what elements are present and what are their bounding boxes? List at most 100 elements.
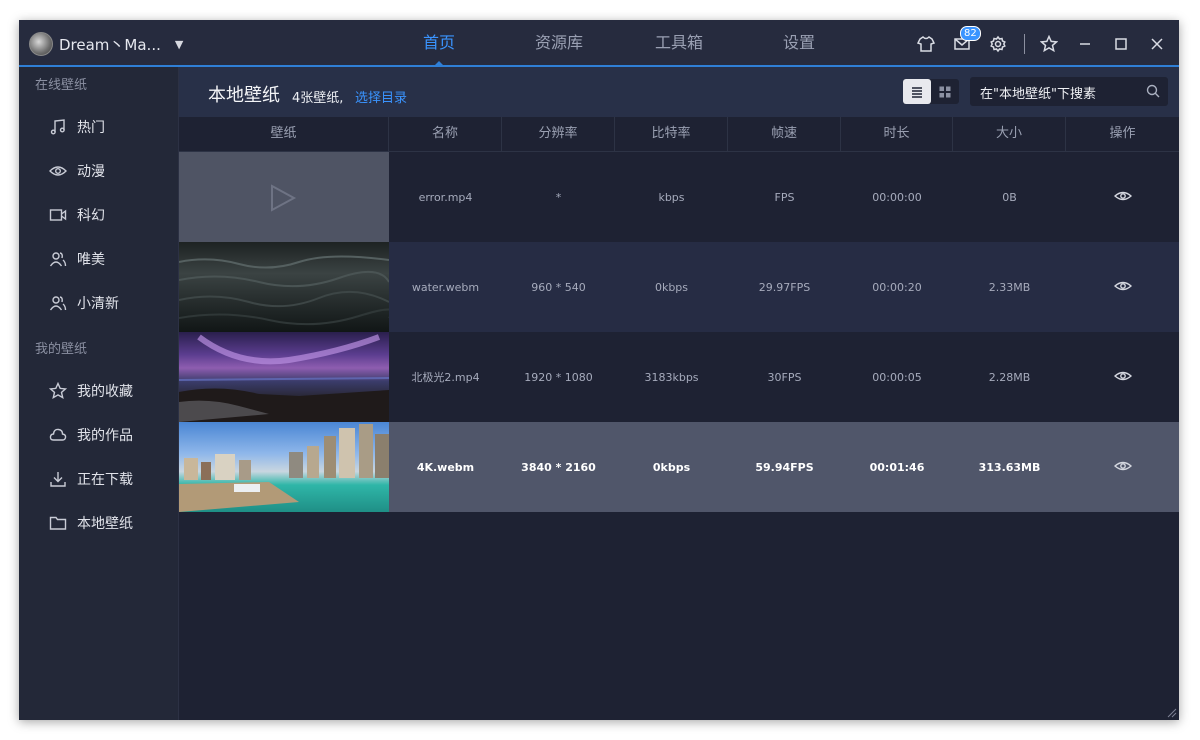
sidebar-item-downloading[interactable]: 正在下载 <box>19 457 178 501</box>
title-bar: Dream丶Ma... ▼ 首页 资源库 工具箱 设置 82 <box>19 20 1179 67</box>
video-camera-icon <box>49 209 67 221</box>
eye-icon <box>1113 281 1132 290</box>
sidebar-item-label: 我的收藏 <box>77 384 133 400</box>
cell-name: 4K.webm <box>416 460 475 474</box>
sidebar-section-online: 在线壁纸 <box>35 78 88 93</box>
grid-view-button[interactable] <box>931 79 959 104</box>
column-header[interactable]: 壁纸 <box>179 117 389 151</box>
column-header[interactable]: 大小 <box>953 117 1066 151</box>
sidebar-item-label: 正在下载 <box>77 472 133 488</box>
table-row-selected[interactable]: 4K.webm 3840 * 2160 0kbps 59.94FPS 00:01… <box>179 422 1179 512</box>
table-header: 壁纸 名称 分辨率 比特率 帧速 时长 大小 操作 <box>179 117 1179 152</box>
sidebar-item-scifi[interactable]: 科幻 <box>19 193 178 237</box>
download-icon <box>50 472 66 487</box>
chevron-down-icon: ▼ <box>174 37 184 51</box>
column-header[interactable]: 帧速 <box>728 117 841 151</box>
sidebar-item-label: 科幻 <box>77 208 105 224</box>
mail-badge: 82 <box>960 26 981 41</box>
cell-bitrate: 0kbps <box>654 280 689 294</box>
wallpaper-count: 4张壁纸, <box>292 91 344 106</box>
cell-size: 2.28MB <box>988 370 1031 384</box>
minimize-icon[interactable] <box>1073 32 1097 56</box>
sidebar-item-works[interactable]: 我的作品 <box>19 413 178 457</box>
sidebar-item-beauty[interactable]: 唯美 <box>19 237 178 281</box>
sidebar-section-mine: 我的壁纸 <box>35 342 88 357</box>
users-icon <box>49 296 67 311</box>
list-view-button[interactable] <box>903 79 931 104</box>
water-image <box>179 255 389 326</box>
eye-icon <box>1113 461 1132 470</box>
window-controls: 82 <box>902 26 1169 56</box>
column-header[interactable]: 名称 <box>389 117 502 151</box>
sidebar-item-local[interactable]: 本地壁纸 <box>19 501 178 545</box>
sidebar-item-fresh[interactable]: 小清新 <box>19 281 178 325</box>
search-input[interactable]: 在"本地壁纸"下搜素 <box>970 77 1168 106</box>
cell-fps: 59.94FPS <box>755 460 814 474</box>
resize-grip-icon[interactable] <box>1165 706 1177 718</box>
close-icon[interactable] <box>1145 32 1169 56</box>
sidebar-item-label: 热门 <box>77 120 105 136</box>
cell-duration: 00:00:20 <box>872 280 922 294</box>
skin-shirt-icon[interactable] <box>914 32 938 56</box>
cell-duration: 00:00:00 <box>872 190 922 204</box>
music-icon <box>50 119 65 135</box>
table-row[interactable]: water.webm 960 * 540 0kbps 29.97FPS 00:0… <box>179 242 1179 332</box>
cell-resolution: 3840 * 2160 <box>521 460 596 474</box>
cell-resolution: * <box>555 190 562 204</box>
table-row[interactable]: error.mp4 * kbps FPS 00:00:00 0B <box>179 152 1179 242</box>
cell-fps: 30FPS <box>767 370 802 384</box>
cell-resolution: 960 * 540 <box>531 280 586 294</box>
main-content: 本地壁纸 4张壁纸, 选择目录 在"本地壁纸"下搜素 壁纸 名称 分辨率 比特率… <box>179 67 1179 720</box>
content-header: 本地壁纸 4张壁纸, 选择目录 在"本地壁纸"下搜素 <box>179 67 1179 117</box>
sidebar-item-favorites[interactable]: 我的收藏 <box>19 369 178 413</box>
sidebar-item-label: 唯美 <box>77 252 105 268</box>
grid-icon <box>939 86 951 97</box>
preview-button[interactable] <box>1066 457 1179 478</box>
column-header[interactable]: 操作 <box>1066 117 1179 151</box>
cell-bitrate: kbps <box>658 190 685 204</box>
city-image <box>179 424 389 512</box>
tab-home[interactable]: 首页 <box>379 20 499 67</box>
sidebar-item-label: 动漫 <box>77 164 105 180</box>
preview-button[interactable] <box>1066 187 1179 208</box>
users-icon <box>49 252 67 267</box>
main-tabs: 首页 资源库 工具箱 设置 <box>379 20 859 67</box>
column-header[interactable]: 分辨率 <box>502 117 615 151</box>
column-header[interactable]: 时长 <box>841 117 953 151</box>
cloud-icon <box>49 428 67 441</box>
wallpaper-thumbnail[interactable] <box>179 242 389 332</box>
folder-icon <box>49 516 67 530</box>
preview-button[interactable] <box>1066 277 1179 298</box>
maximize-icon[interactable] <box>1109 32 1133 56</box>
cell-fps: 29.97FPS <box>758 280 811 294</box>
play-icon <box>271 184 297 212</box>
eye-icon <box>49 166 67 176</box>
toolbar-divider <box>1024 34 1025 54</box>
search-icon[interactable] <box>1146 84 1160 98</box>
gear-icon[interactable] <box>986 32 1010 56</box>
cell-name: error.mp4 <box>418 190 473 204</box>
tab-library[interactable]: 资源库 <box>499 20 619 67</box>
user-menu[interactable]: Dream丶Ma... ▼ <box>29 31 183 57</box>
column-header[interactable]: 比特率 <box>615 117 728 151</box>
tab-toolbox[interactable]: 工具箱 <box>619 20 739 67</box>
star-icon[interactable] <box>1037 32 1061 56</box>
cell-name: 北极光2.mp4 <box>411 371 480 384</box>
sidebar-item-hot[interactable]: 热门 <box>19 105 178 149</box>
sidebar-item-label: 本地壁纸 <box>77 516 133 532</box>
tab-settings[interactable]: 设置 <box>739 20 859 67</box>
wallpaper-thumbnail[interactable] <box>179 152 389 242</box>
table-row[interactable]: 北极光2.mp4 1920 * 1080 3183kbps 30FPS 00:0… <box>179 332 1179 422</box>
choose-directory-link[interactable]: 选择目录 <box>355 87 407 106</box>
wallpaper-thumbnail[interactable] <box>179 422 389 512</box>
cell-fps: FPS <box>774 190 795 204</box>
star-icon <box>49 382 67 400</box>
sidebar-item-anime[interactable]: 动漫 <box>19 149 178 193</box>
sidebar: 在线壁纸 热门 动漫 科幻 唯美 小清新 我的壁纸 我的收藏 我的作品 正在下载… <box>19 67 179 720</box>
cell-size: 0B <box>1002 190 1017 204</box>
mail-icon[interactable]: 82 <box>950 26 981 56</box>
cell-name: water.webm <box>411 280 480 294</box>
wallpaper-thumbnail[interactable] <box>179 332 389 422</box>
preview-button[interactable] <box>1066 367 1179 388</box>
cell-duration: 00:00:05 <box>872 370 922 384</box>
